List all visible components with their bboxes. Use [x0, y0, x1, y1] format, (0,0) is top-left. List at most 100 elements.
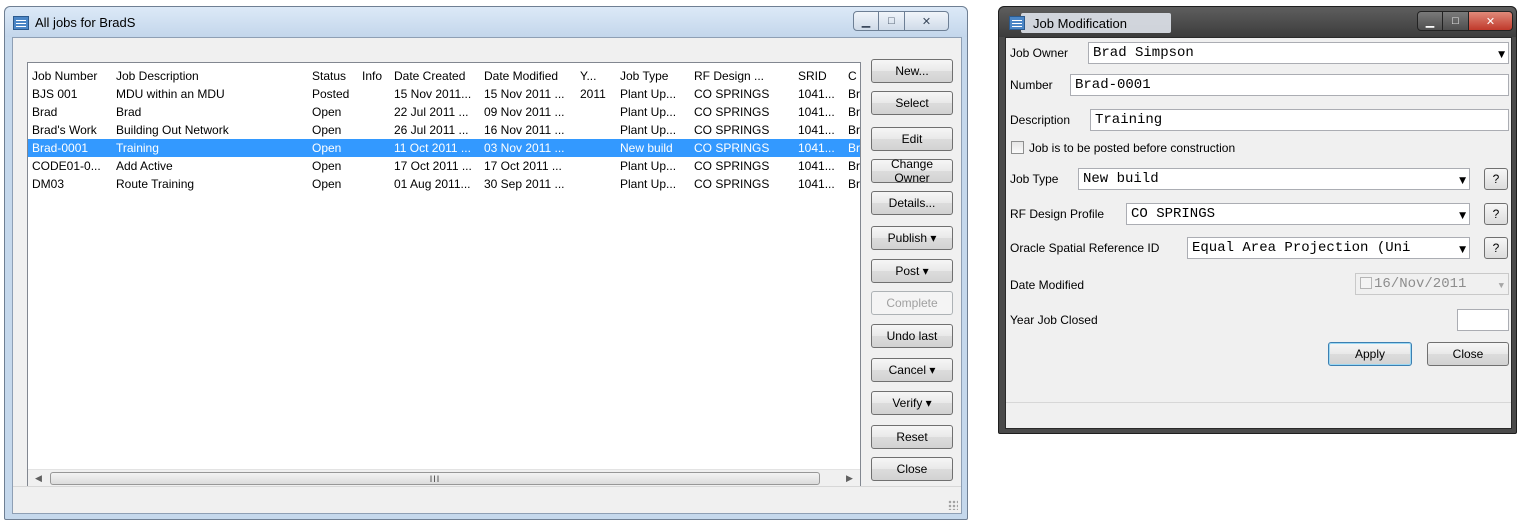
complete-button[interactable]: Complete — [871, 291, 953, 315]
publish-button[interactable]: Publish ▾ — [871, 226, 953, 250]
cell-created: 17 Oct 2011 ... — [394, 159, 472, 173]
cell-job-number: Brad's Work — [32, 123, 97, 137]
window-title: Job Modification — [1033, 16, 1127, 31]
details-button[interactable]: Details... — [871, 191, 953, 215]
srid-value: Equal Area Projection (Uni — [1192, 240, 1411, 256]
apply-button[interactable]: Apply — [1328, 342, 1412, 366]
job-owner-combo[interactable]: Brad Simpson ▼ — [1088, 42, 1509, 64]
cell-rf-design: CO SPRINGS — [694, 87, 770, 101]
year-closed-input[interactable] — [1457, 309, 1509, 331]
cell-created: 11 Oct 2011 ... — [394, 141, 471, 155]
cell-srid: 1041... — [798, 141, 835, 155]
change-owner-button[interactable]: Change Owner — [871, 157, 953, 185]
undo-last-button[interactable]: Undo last — [871, 324, 953, 348]
chevron-down-icon[interactable]: ▼ — [1459, 242, 1466, 258]
table-row[interactable]: Brad-0001 Training Open 11 Oct 2011 ... 03 N… — [28, 139, 860, 157]
window-list-icon — [13, 16, 29, 30]
window-title: All jobs for BradS — [35, 15, 136, 30]
cell-description: Training — [116, 141, 159, 155]
job-modification-titlebar[interactable]: Job Modification ▁ □ ✕ — [999, 7, 1516, 37]
cell-status: Open — [312, 159, 342, 173]
new-button[interactable]: New... — [871, 59, 953, 83]
col-job-number[interactable]: Job Number — [28, 67, 112, 85]
resize-grip-icon[interactable] — [948, 500, 958, 510]
description-input[interactable]: Training — [1090, 109, 1509, 131]
close-window-button[interactable]: ✕ — [905, 11, 949, 31]
select-button[interactable]: Select — [871, 91, 953, 115]
col-date-modified[interactable]: Date Modified — [480, 67, 576, 85]
cell-srid: 1041... — [798, 177, 835, 191]
chevron-down-icon[interactable]: ▼ — [1459, 173, 1466, 189]
table-row[interactable]: Brad Brad Open 22 Jul 2011 ... 09 Nov 2011 .… — [28, 103, 860, 121]
chevron-down-icon[interactable]: ▼ — [1459, 208, 1466, 224]
cell-c: Br — [848, 105, 860, 119]
col-job-type[interactable]: Job Type — [616, 67, 690, 85]
job-type-help-button[interactable]: ? — [1484, 168, 1508, 190]
scroll-thumb[interactable]: III — [50, 472, 820, 485]
post-button[interactable]: Post ▾ — [871, 259, 953, 283]
srid-combo[interactable]: Equal Area Projection (Uni ▼ — [1187, 237, 1470, 259]
minimize-button[interactable]: ▁ — [853, 11, 879, 31]
job-modification-window: Job Modification ▁ □ ✕ Job Owner Brad Si… — [998, 6, 1517, 434]
col-info[interactable]: Info — [358, 67, 390, 85]
cell-c: Br — [848, 177, 860, 191]
scroll-right-icon[interactable]: ▶ — [841, 470, 858, 487]
col-srid[interactable]: SRID — [794, 67, 844, 85]
status-bar — [13, 486, 961, 513]
col-c[interactable]: C — [844, 67, 860, 85]
all-jobs-titlebar[interactable]: All jobs for BradS ▁ □ ✕ — [5, 7, 967, 37]
minimize-button[interactable]: ▁ — [1417, 11, 1443, 31]
close-window-button[interactable]: ✕ — [1469, 11, 1513, 31]
col-status[interactable]: Status — [308, 67, 358, 85]
scroll-left-icon[interactable]: ◀ — [30, 470, 47, 487]
table-row[interactable]: Brad's Work Building Out Network Open 26 Ju… — [28, 121, 860, 139]
rf-profile-combo[interactable]: CO SPRINGS ▼ — [1126, 203, 1470, 225]
job-type-combo[interactable]: New build ▼ — [1078, 168, 1470, 190]
scroll-grip: III — [429, 473, 441, 484]
cell-rf-design: CO SPRINGS — [694, 105, 770, 119]
cell-description: MDU within an MDU — [116, 87, 225, 101]
srid-label: Oracle Spatial Reference ID — [1010, 241, 1160, 255]
horizontal-scrollbar[interactable]: ◀ III ▶ — [28, 469, 860, 487]
year-closed-label: Year Job Closed — [1010, 313, 1098, 327]
number-label: Number — [1010, 78, 1053, 92]
posted-checkbox-label[interactable]: Job is to be posted before construction — [1029, 141, 1235, 155]
col-job-description[interactable]: Job Description — [112, 67, 308, 85]
number-input[interactable]: Brad-0001 — [1070, 74, 1509, 96]
maximize-button[interactable]: □ — [879, 11, 905, 31]
edit-button[interactable]: Edit — [871, 127, 953, 151]
cancel-button[interactable]: Cancel ▾ — [871, 358, 953, 382]
caption-buttons: ▁ □ ✕ — [853, 11, 949, 31]
table-row[interactable]: DM03 Route Training Open 01 Aug 2011... 30 S… — [28, 175, 860, 193]
table-row[interactable]: BJS 001 MDU within an MDU Posted 15 Nov 201… — [28, 85, 860, 103]
cell-job-type: Plant Up... — [620, 87, 677, 101]
cell-status: Open — [312, 123, 342, 137]
all-jobs-client: Job Number Job Description Status Info D… — [12, 37, 962, 514]
jobs-list[interactable]: Job Number Job Description Status Info D… — [27, 62, 861, 488]
verify-button[interactable]: Verify ▾ — [871, 391, 953, 415]
cell-rf-design: CO SPRINGS — [694, 159, 770, 173]
col-year[interactable]: Y... — [576, 67, 616, 85]
col-date-created[interactable]: Date Created — [390, 67, 480, 85]
close-button[interactable]: Close — [1427, 342, 1509, 366]
srid-help-button[interactable]: ? — [1484, 237, 1508, 259]
table-row[interactable]: CODE01-0... Add Active Open 17 Oct 2011 ...… — [28, 157, 860, 175]
chevron-down-icon[interactable]: ▼ — [1498, 47, 1505, 63]
cell-rf-design: CO SPRINGS — [694, 177, 770, 191]
cell-job-type: Plant Up... — [620, 177, 677, 191]
window-list-icon — [1009, 16, 1025, 30]
cell-description: Add Active — [116, 159, 173, 173]
cell-year — [576, 139, 616, 157]
cell-created: 26 Jul 2011 ... — [394, 123, 469, 137]
cell-status: Posted — [312, 87, 350, 101]
cell-c: Br — [848, 159, 860, 173]
reset-button[interactable]: Reset — [871, 425, 953, 449]
rf-profile-help-button[interactable]: ? — [1484, 203, 1508, 225]
col-rf-design[interactable]: RF Design ... — [690, 67, 794, 85]
job-type-value: New build — [1083, 171, 1159, 187]
maximize-button[interactable]: □ — [1443, 11, 1469, 31]
cell-modified: 09 Nov 2011 ... — [484, 105, 565, 119]
close-button[interactable]: Close — [871, 457, 953, 481]
posted-checkbox[interactable] — [1011, 141, 1024, 154]
cell-year — [576, 121, 616, 139]
